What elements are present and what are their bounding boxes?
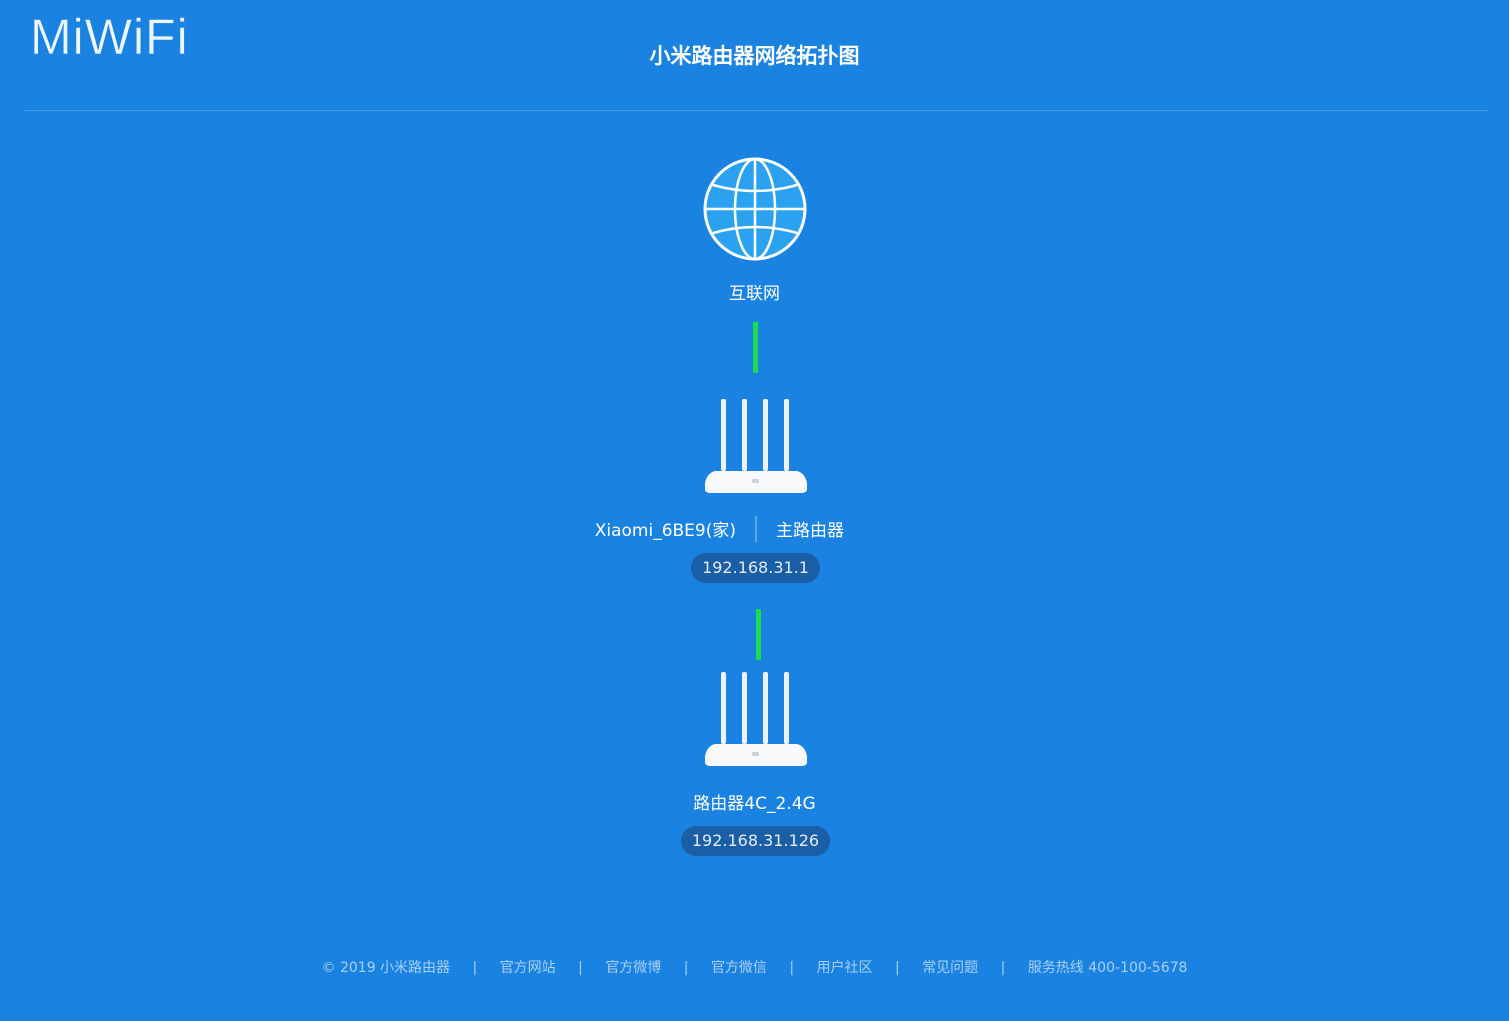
footer-link-wechat[interactable]: 官方微信 [711,957,767,977]
main-router-role: 主路由器 [776,521,844,541]
footer: © 2019 小米路由器 | 官方网站 | 官方微博 | 官方微信 | 用户社区… [0,957,1509,977]
footer-link-weibo[interactable]: 官方微博 [605,957,661,977]
link-internet-main [753,322,758,373]
footer-link-faq[interactable]: 常见问题 [922,957,978,977]
header-divider [24,110,1487,111]
sub-router-icon[interactable] [701,670,811,770]
footer-separator: | [1000,960,1006,976]
internet-label: 互联网 [729,284,780,304]
globe-icon[interactable] [703,157,807,261]
sub-router-name: 路由器4C_2.4G [693,794,816,814]
main-router-label-row: Xiaomi_6BE9(家) 主路由器 [0,516,1509,542]
footer-link-community[interactable]: 用户社区 [817,957,873,977]
footer-separator: | [789,960,795,976]
footer-separator: | [895,960,900,976]
footer-hotline: 服务热线 400-100-5678 [1027,960,1188,976]
main-router-ip-badge: 192.168.31.1 [691,553,820,583]
footer-link-official-site[interactable]: 官方网站 [500,957,556,977]
label-separator [755,516,757,542]
sub-router-ip-badge: 192.168.31.126 [681,826,830,856]
footer-separator: | [683,960,689,976]
footer-separator: | [578,960,583,976]
footer-copyright: © 2019 小米路由器 [321,960,451,976]
footer-separator: | [472,960,478,976]
link-main-sub [756,609,761,660]
main-router-icon[interactable] [701,397,811,497]
page-title: 小米路由器网络拓扑图 [649,44,860,68]
main-router-name: Xiaomi_6BE9(家) [594,521,736,541]
